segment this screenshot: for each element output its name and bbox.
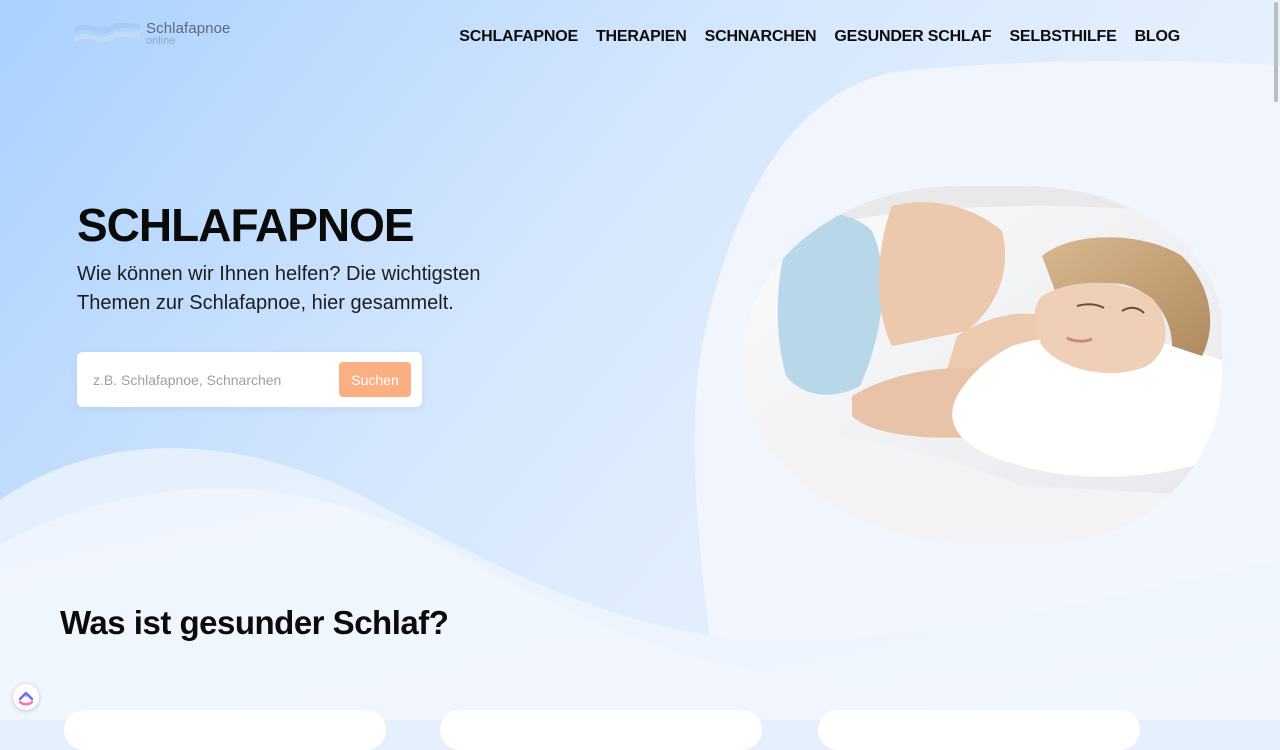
nav-item-selbsthilfe[interactable]: SELBSTHILFE — [1009, 28, 1116, 46]
nav-item-blog[interactable]: BLOG — [1135, 28, 1181, 46]
wave-logo-icon — [74, 22, 140, 43]
nav-item-schnarchen[interactable]: SCHNARCHEN — [705, 28, 817, 46]
search-input[interactable] — [91, 368, 325, 392]
page-scrollbar[interactable] — [1274, 2, 1278, 102]
content-card-1[interactable] — [64, 710, 386, 750]
section-title: Was ist gesunder Schlaf? — [60, 604, 449, 641]
nav-item-schlafapnoe[interactable]: SCHLAFAPNOE — [459, 28, 578, 46]
nav-item-therapien[interactable]: THERAPIEN — [596, 28, 687, 46]
logo-sub-text: online — [146, 35, 176, 47]
site-logo[interactable]: Schlafapnoe online — [74, 18, 244, 50]
main-nav: SCHLAFAPNOE THERAPIEN SCHNARCHEN GESUNDE… — [459, 28, 1180, 46]
clickup-icon — [18, 691, 34, 706]
content-card-3[interactable] — [818, 710, 1140, 750]
content-card-2[interactable] — [440, 710, 762, 750]
hero-subtitle: Wie können wir Ihnen helfen? Die wichtig… — [77, 263, 481, 314]
feedback-widget[interactable] — [13, 684, 39, 710]
hero-image-sleeping-woman — [742, 186, 1222, 544]
search-button[interactable]: Suchen — [339, 362, 411, 397]
nav-item-gesunder-schlaf[interactable]: GESUNDER SCHLAF — [834, 28, 991, 46]
hero-title: SCHLAFAPNOE — [77, 199, 415, 251]
search-form: Suchen — [77, 352, 422, 407]
site-header: Schlafapnoe online SCHLAFAPNOE THERAPIEN… — [0, 0, 1280, 72]
